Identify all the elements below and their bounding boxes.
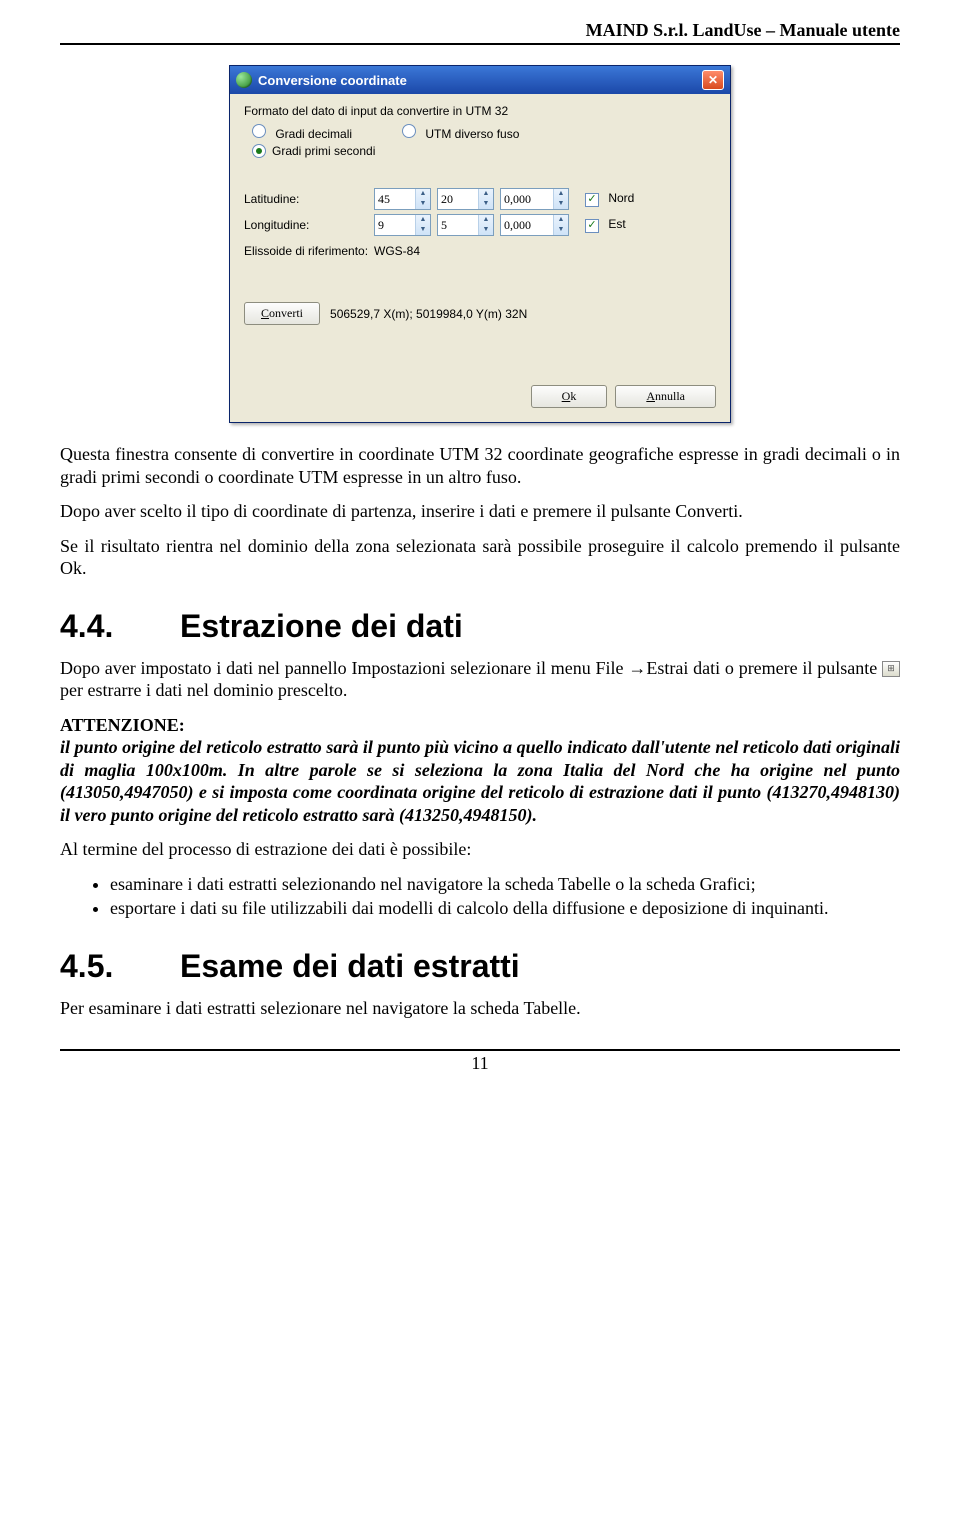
- lon-label: Longitudine:: [244, 218, 374, 232]
- list-item: esaminare i dati estratti selezionando n…: [110, 873, 900, 896]
- ellipsoid-value: WGS-84: [374, 244, 420, 258]
- paragraph-5: Al termine del processo di estrazione de…: [60, 838, 900, 861]
- chevron-up-icon[interactable]: ▲: [554, 189, 568, 199]
- list-item: esportare i dati su file utilizzabili da…: [110, 897, 900, 920]
- ok-button[interactable]: Ok: [531, 385, 608, 408]
- convert-button[interactable]: CConvertionverti: [244, 302, 320, 325]
- est-label: Est: [608, 217, 625, 231]
- lon-deg-spinner[interactable]: ▲▼: [374, 214, 431, 236]
- section-4-4-number: 4.4.: [60, 608, 180, 645]
- lon-sec-spinner[interactable]: ▲▼: [500, 214, 569, 236]
- cancel-button[interactable]: Annulla: [615, 385, 716, 408]
- radio-gradi-decimali-label: Gradi decimali: [275, 127, 352, 141]
- paragraph-4b-text: Estrai dati o premere il pulsante: [646, 658, 882, 678]
- chevron-down-icon[interactable]: ▼: [554, 199, 568, 209]
- dialog-titlebar: Conversione coordinate ✕: [230, 66, 730, 94]
- chevron-down-icon[interactable]: ▼: [416, 225, 430, 235]
- lat-deg-input[interactable]: [375, 189, 415, 209]
- lat-sec-input[interactable]: [501, 189, 553, 209]
- radio-gradi-decimali[interactable]: [252, 124, 266, 138]
- lat-label: Latitudine:: [244, 192, 374, 206]
- nord-checkbox[interactable]: ✓: [585, 193, 599, 207]
- section-4-4-title: Estrazione dei dati: [180, 608, 463, 645]
- lat-sec-spinner[interactable]: ▲▼: [500, 188, 569, 210]
- chevron-down-icon[interactable]: ▼: [479, 199, 493, 209]
- lon-deg-input[interactable]: [375, 215, 415, 235]
- document-header: MAIND S.r.l. LandUse – Manuale utente: [60, 20, 900, 45]
- bullet-list: esaminare i dati estratti selezionando n…: [90, 873, 900, 920]
- lon-sec-input[interactable]: [501, 215, 553, 235]
- est-checkbox[interactable]: ✓: [585, 219, 599, 233]
- attention-block: ATTENZIONE: il punto origine del reticol…: [60, 714, 900, 827]
- paragraph-2: Dopo aver scelto il tipo di coordinate d…: [60, 500, 900, 523]
- close-icon[interactable]: ✕: [702, 70, 724, 90]
- paragraph-4c-text: per estrarre i dati nel dominio prescelt…: [60, 680, 347, 700]
- conversion-result: 506529,7 X(m); 5019984,0 Y(m) 32N: [330, 307, 527, 321]
- attention-body: il punto origine del reticolo estratto s…: [60, 737, 900, 825]
- paragraph-4a-text: Dopo aver impostato i dati nel pannello …: [60, 658, 628, 678]
- lat-deg-spinner[interactable]: ▲▼: [374, 188, 431, 210]
- ellipsoid-label: Elissoide di riferimento:: [244, 244, 374, 258]
- conversion-dialog: Conversione coordinate ✕ Formato del dat…: [229, 65, 731, 423]
- chevron-up-icon[interactable]: ▲: [479, 215, 493, 225]
- paragraph-3: Se il risultato rientra nel dominio dell…: [60, 535, 900, 580]
- section-4-5-title: Esame dei dati estratti: [180, 948, 520, 985]
- dialog-figure: Conversione coordinate ✕ Formato del dat…: [60, 65, 900, 423]
- arrow-icon: →: [628, 658, 646, 678]
- format-label: Formato del dato di input da convertire …: [244, 104, 716, 118]
- lon-min-input[interactable]: [438, 215, 478, 235]
- paragraph-1: Questa finestra consente di convertire i…: [60, 443, 900, 488]
- section-4-5-number: 4.5.: [60, 948, 180, 985]
- chevron-down-icon[interactable]: ▼: [416, 199, 430, 209]
- radio-gps[interactable]: [252, 144, 266, 158]
- chevron-up-icon[interactable]: ▲: [479, 189, 493, 199]
- extract-toolbar-icon: ⊞: [882, 661, 900, 677]
- chevron-up-icon[interactable]: ▲: [416, 215, 430, 225]
- radio-utm[interactable]: [402, 124, 416, 138]
- nord-label: Nord: [608, 191, 634, 205]
- attention-label: ATTENZIONE:: [60, 715, 185, 735]
- radio-gps-label: Gradi primi secondi: [272, 144, 375, 158]
- lat-min-spinner[interactable]: ▲▼: [437, 188, 494, 210]
- chevron-up-icon[interactable]: ▲: [554, 215, 568, 225]
- paragraph-6: Per esaminare i dati estratti selezionar…: [60, 997, 900, 1020]
- lon-min-spinner[interactable]: ▲▼: [437, 214, 494, 236]
- radio-utm-label: UTM diverso fuso: [425, 127, 519, 141]
- chevron-down-icon[interactable]: ▼: [479, 225, 493, 235]
- chevron-up-icon[interactable]: ▲: [416, 189, 430, 199]
- lat-min-input[interactable]: [438, 189, 478, 209]
- chevron-down-icon[interactable]: ▼: [554, 225, 568, 235]
- section-4-4-heading: 4.4. Estrazione dei dati: [60, 608, 900, 645]
- page-number: 11: [60, 1049, 900, 1074]
- paragraph-4: Dopo aver impostato i dati nel pannello …: [60, 657, 900, 702]
- section-4-5-heading: 4.5. Esame dei dati estratti: [60, 948, 900, 985]
- globe-icon: [236, 72, 252, 88]
- dialog-title: Conversione coordinate: [258, 73, 407, 88]
